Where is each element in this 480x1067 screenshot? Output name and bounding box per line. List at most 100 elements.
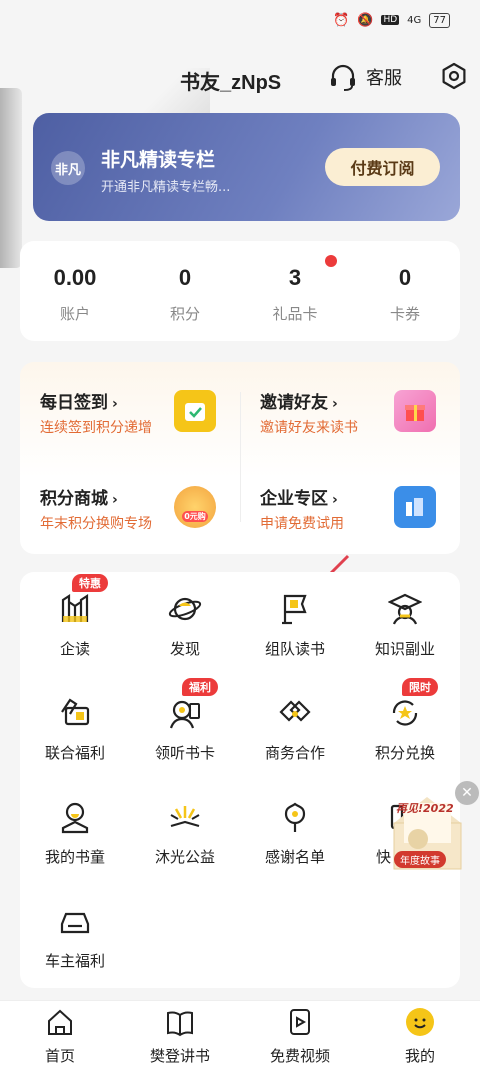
headset-icon <box>331 64 355 91</box>
smile-avatar-icon <box>406 1008 434 1036</box>
grid-item-label: 车主福利 <box>44 952 105 970</box>
tab-label: 樊登讲书 <box>149 1047 210 1065</box>
home-icon <box>48 1009 72 1035</box>
grid-item-joint-welfare[interactable]: 联合福利 <box>20 676 130 780</box>
sunlight-icon <box>170 806 200 828</box>
feature-title-text: 每日签到 <box>40 393 108 413</box>
feature-title: 邀请好友 › <box>260 388 338 413</box>
grid-item-team-reading[interactable]: 组队读书 <box>240 572 350 676</box>
features-card: 每日签到 › 连续签到积分递增 邀请好友 › 邀请好友来读书 积分商城 › 年末积分换… <box>20 362 460 554</box>
building-icon <box>394 486 436 528</box>
profile-header: 书友_zNpS 客服 <box>0 48 480 268</box>
stat-account[interactable]: 0.00 账户 <box>20 241 130 341</box>
customer-service-button[interactable]: 客服 <box>328 62 402 92</box>
grid-item-label: 领听书卡 <box>154 744 215 762</box>
coupon-icon <box>61 698 90 726</box>
tab-fandeng-books[interactable]: 樊登讲书 <box>120 1001 240 1067</box>
account-stats: 0.00 账户 0 积分 3 礼品卡 0 卡券 <box>20 241 460 341</box>
flower-icon <box>284 802 306 832</box>
promo-text-bottom: 年度故事 <box>394 851 446 868</box>
enterprise-zone[interactable]: 企业专区 › 申请免费试用 <box>240 458 460 554</box>
invite-friends[interactable]: 邀请好友 › 邀请好友来读书 <box>240 362 460 458</box>
tag-badge: 限时 <box>402 678 438 696</box>
stat-label: 账户 <box>59 305 90 323</box>
grid-item-book-kid[interactable]: 我的书童 <box>20 780 130 884</box>
flag-icon <box>282 594 307 625</box>
daily-checkin[interactable]: 每日签到 › 连续签到积分递增 <box>20 362 240 458</box>
tag-badge: 福利 <box>182 678 218 696</box>
grid-item-business-cooperation[interactable]: 商务合作 <box>240 676 350 780</box>
grid-item-label: 发现 <box>169 640 200 658</box>
coin-badge: 0元购 <box>182 510 208 522</box>
stat-label: 积分 <box>169 305 200 323</box>
services-grid: 特惠 企读 发现 组队读书 知识副业 联合福利 福利 领听书卡 商务合作 限时 … <box>20 572 460 988</box>
settings-icon[interactable] <box>440 62 468 90</box>
planet-icon <box>168 597 202 621</box>
tab-label: 首页 <box>44 1047 75 1065</box>
grid-item-sunlight-charity[interactable]: 沐光公益 <box>130 780 240 884</box>
grid-item-label: 商务合作 <box>264 744 325 762</box>
username[interactable]: 书友_zNpS <box>180 66 281 95</box>
stat-gift-card[interactable]: 3 礼品卡 <box>240 241 350 341</box>
bottom-tab-bar: 首页 樊登讲书 免费视频 我的 <box>0 1000 480 1067</box>
feature-title: 每日签到 › <box>40 388 118 413</box>
exchange-icon <box>392 700 418 726</box>
avatar[interactable] <box>0 88 22 268</box>
network-icon: 4G <box>407 14 422 26</box>
vip-banner[interactable]: 非凡 非凡精读专栏 开通非凡精读专栏畅... 付费订阅 <box>33 113 460 221</box>
handshake-icon <box>279 700 311 722</box>
promo-text-top: 再见!2022 <box>396 802 454 815</box>
chevron-right-icon: › <box>332 492 338 508</box>
grid-item-car-owner-welfare[interactable]: 车主福利 <box>20 884 130 988</box>
checkin-icon <box>174 390 216 432</box>
grid-item-label: 企读 <box>59 640 90 658</box>
tag-badge: 特惠 <box>72 574 108 592</box>
stat-value: 0 <box>398 265 412 290</box>
stat-coupon[interactable]: 0 卡券 <box>350 241 460 341</box>
grid-item-discover[interactable]: 发现 <box>130 572 240 676</box>
grid-item-thanks-list[interactable]: 感谢名单 <box>240 780 350 884</box>
battery-icon: 77 <box>429 12 450 28</box>
grid-item-listen-card[interactable]: 福利 领听书卡 <box>130 676 240 780</box>
grid-item-label: 联合福利 <box>44 744 105 762</box>
gift-icon <box>394 390 436 432</box>
tab-label: 我的 <box>404 1047 435 1065</box>
alarm-icon: ⏰ <box>333 12 350 28</box>
stat-value: 0 <box>178 265 192 290</box>
banner-title: 非凡精读专栏 <box>101 149 216 171</box>
grid-item-label: 感谢名单 <box>264 848 325 866</box>
tab-home[interactable]: 首页 <box>0 1001 120 1067</box>
feature-title-text: 邀请好友 <box>260 393 328 413</box>
subscribe-button[interactable]: 付费订阅 <box>325 148 440 186</box>
hd-icon: HD <box>381 15 400 25</box>
close-icon[interactable]: ✕ <box>455 781 479 805</box>
stat-value: 3 <box>288 265 302 290</box>
year-story-promo[interactable]: 再见!2022 年度故事 <box>390 793 465 873</box>
grid-item-label: 我的书童 <box>44 848 105 866</box>
coin-icon: 0元购 <box>174 486 216 528</box>
feature-title-text: 企业专区 <box>260 489 328 509</box>
enterprise-read-icon <box>61 593 89 622</box>
feifan-logo: 非凡 <box>51 151 85 185</box>
status-bar: ⏰ 🔕 HD 4G 77 <box>0 0 480 40</box>
tab-mine[interactable]: 我的 <box>360 1001 480 1067</box>
feature-subtitle: 申请免费试用 <box>260 516 344 532</box>
car-icon <box>60 912 90 934</box>
stat-points[interactable]: 0 积分 <box>130 241 240 341</box>
graduate-icon <box>388 593 422 625</box>
feature-subtitle: 年末积分换购专场 <box>40 516 152 532</box>
book-icon <box>167 1011 193 1037</box>
chevron-right-icon: › <box>112 396 118 412</box>
tab-free-video[interactable]: 免费视频 <box>240 1001 360 1067</box>
notification-dot <box>325 255 337 267</box>
feature-subtitle: 邀请好友来读书 <box>260 420 358 436</box>
points-mall[interactable]: 积分商城 › 年末积分换购专场 0元购 <box>20 458 240 554</box>
mute-icon: 🔕 <box>357 12 374 28</box>
book-kid-icon <box>61 802 89 834</box>
feature-title: 积分商城 › <box>40 484 118 509</box>
grid-item-points-exchange[interactable]: 限时 积分兑换 <box>350 676 460 780</box>
grid-item-knowledge-side-job[interactable]: 知识副业 <box>350 572 460 676</box>
stat-label: 卡券 <box>389 305 420 323</box>
grid-item-enterprise-read[interactable]: 特惠 企读 <box>20 572 130 676</box>
tab-label: 免费视频 <box>269 1047 330 1065</box>
